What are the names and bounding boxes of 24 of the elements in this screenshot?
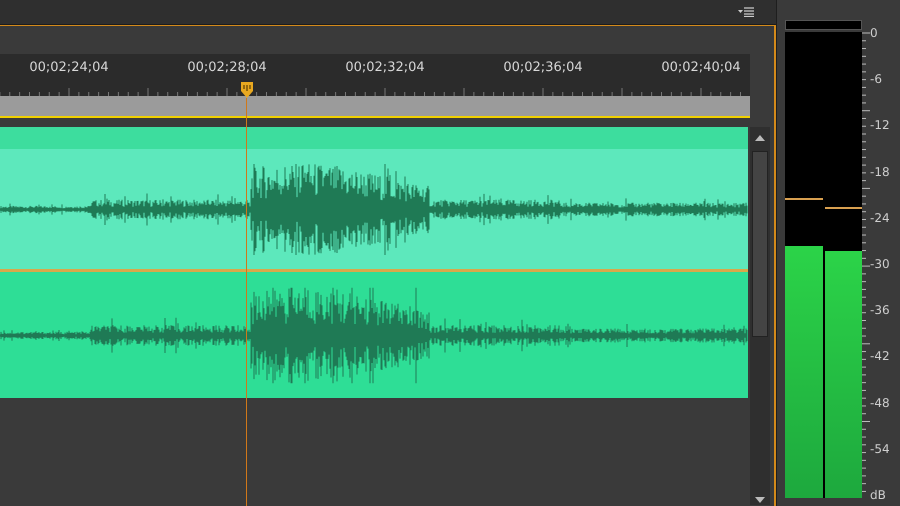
scrollbar-thumb[interactable] — [752, 151, 768, 337]
timecode-label: 00;02;28;04 — [186, 59, 268, 77]
meter-scale-label: -6 — [870, 72, 882, 86]
meter-scale-label: dB — [870, 488, 886, 502]
timecode-label: 00;02;24;04 — [28, 59, 110, 77]
scroll-down-arrow-icon[interactable] — [755, 497, 765, 503]
playhead-marker-icon[interactable] — [240, 81, 254, 99]
meter-scale-label: -54 — [870, 442, 890, 456]
meter-scale-label: -18 — [870, 164, 890, 179]
timecode-label: 00;02;32;04 — [344, 59, 426, 77]
meter-scale-label: -36 — [870, 303, 890, 318]
timecode-label: 00;02;36;04 — [502, 59, 584, 77]
meter-scale-label: -12 — [870, 118, 890, 132]
meter-scale-label: 0 — [870, 26, 878, 40]
timecode-label: 00;02;40;04 — [660, 59, 742, 77]
meter-scale-label: -42 — [870, 349, 890, 364]
vertical-scrollbar[interactable] — [750, 127, 770, 505]
meter-scale-label: -24 — [870, 210, 890, 225]
panel-menu-icon[interactable] — [738, 7, 754, 17]
playhead[interactable] — [240, 81, 254, 506]
time-ruler[interactable]: 00;02;24;04 00;02;28;04 00;02;32;04 00;02;36;04 00;02;40;04 — [0, 54, 750, 96]
scroll-up-arrow-icon[interactable] — [755, 135, 765, 141]
meter-scale-label: -30 — [870, 256, 890, 271]
meter-scale-label: -48 — [870, 396, 890, 410]
